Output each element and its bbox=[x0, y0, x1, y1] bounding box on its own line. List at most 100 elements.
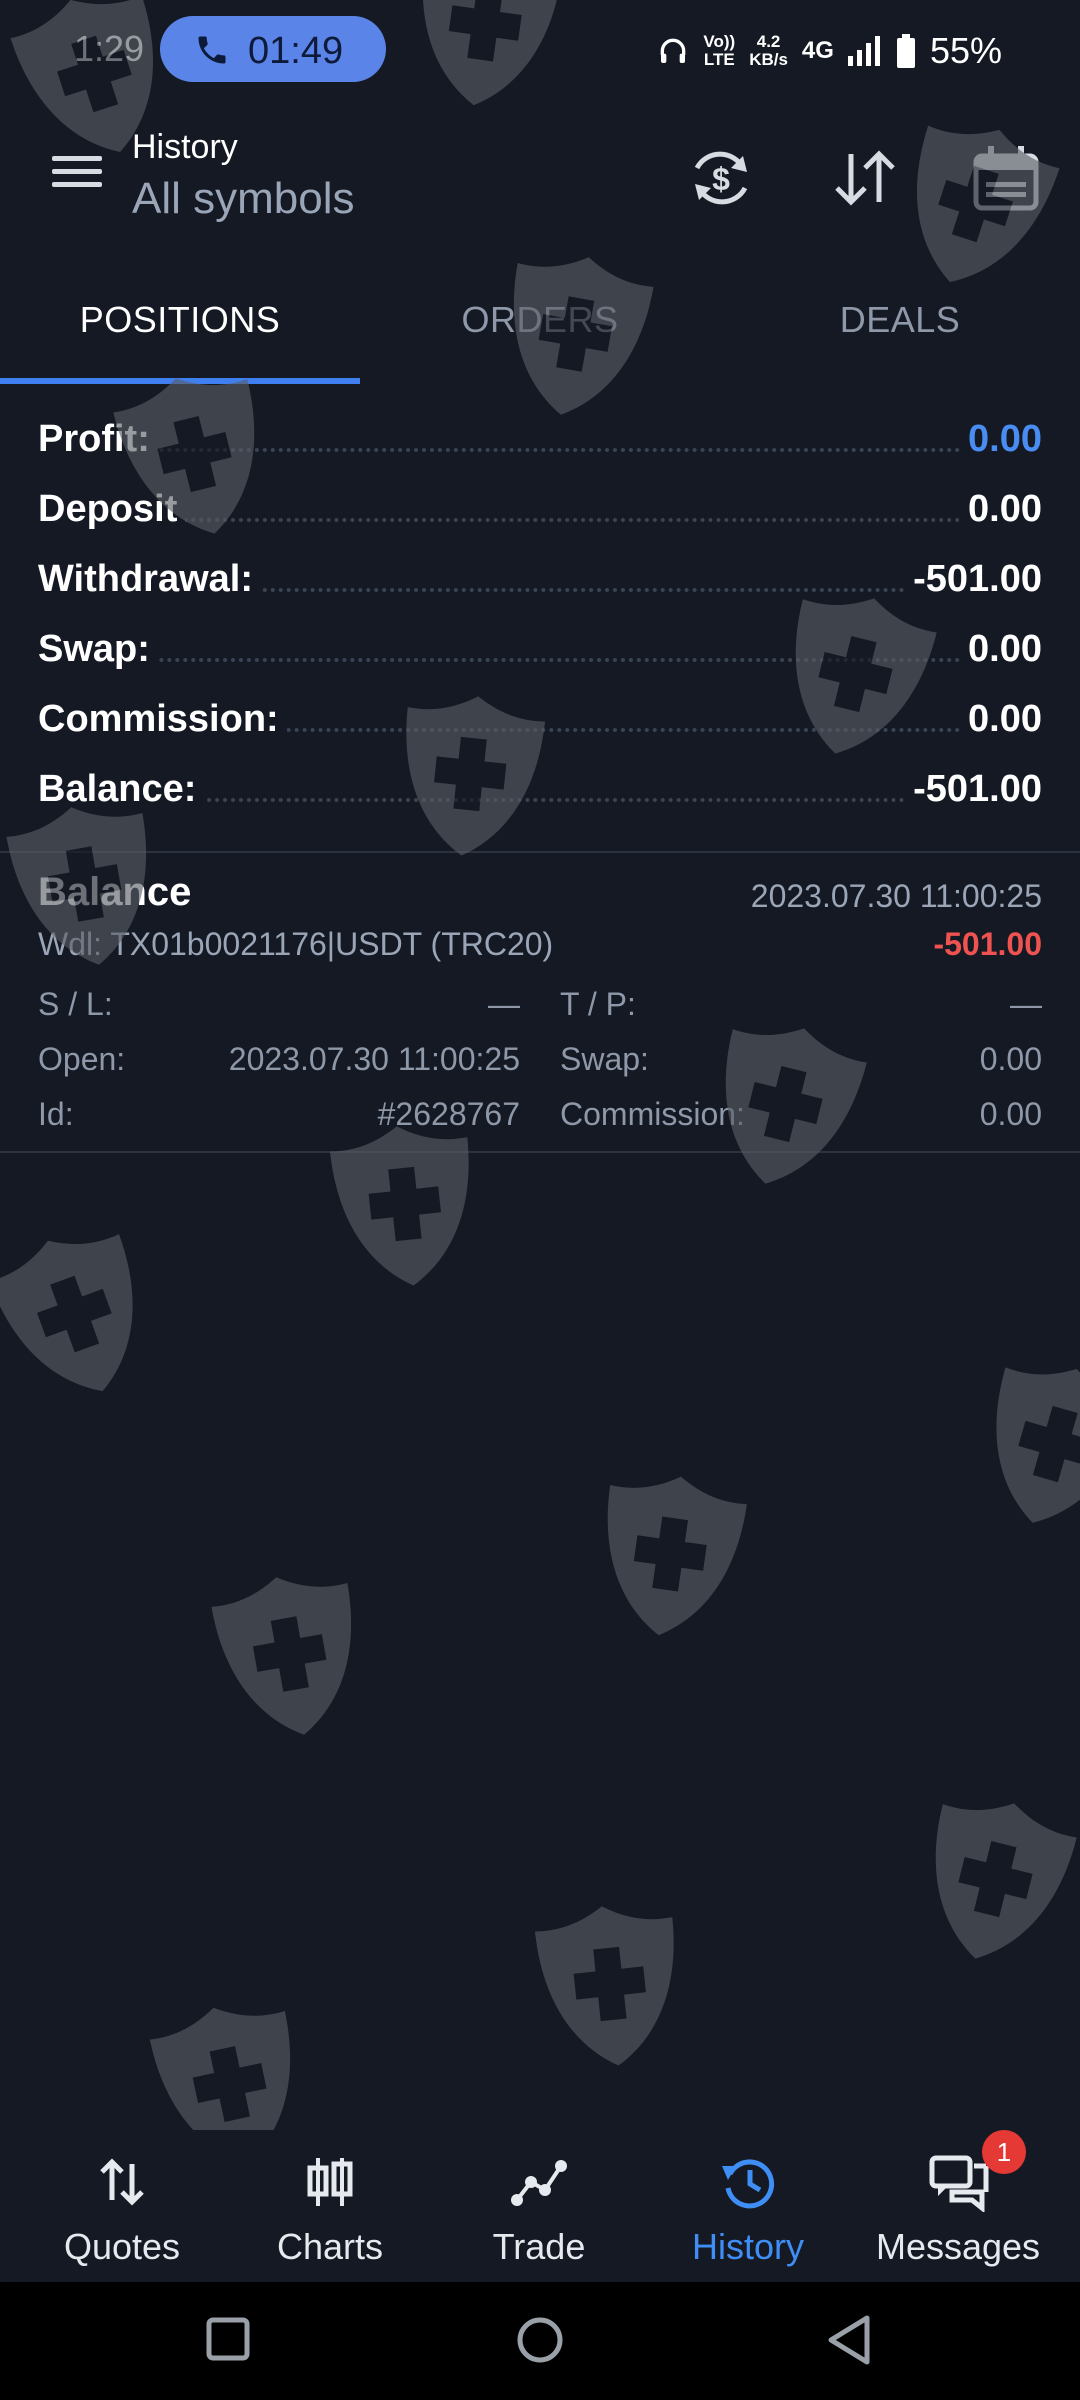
summary-value: 0.00 bbox=[960, 628, 1042, 671]
id-value: #2628767 bbox=[377, 1096, 520, 1132]
menu-bar bbox=[52, 182, 102, 187]
sort-icon bbox=[835, 150, 895, 206]
swap-label: Swap: bbox=[560, 1041, 649, 1077]
status-bar: 1:29 01:49 Vo)) LTE 4.2 KB/s 4G 55% bbox=[0, 0, 1080, 100]
leader-dots bbox=[40, 658, 1040, 662]
summary-label: Swap: bbox=[38, 628, 158, 671]
system-navigation-bar bbox=[0, 2282, 1080, 2400]
screen: 1:29 01:49 Vo)) LTE 4.2 KB/s 4G 55% Hist… bbox=[0, 0, 1080, 2400]
unread-badge: 1 bbox=[982, 2130, 1026, 2174]
summary-value: 0.00 bbox=[960, 418, 1042, 461]
tab-positions[interactable]: POSITIONS bbox=[0, 262, 360, 386]
deal-comment: Wdl: TX01b0021176|USDT (TRC20) bbox=[38, 926, 554, 962]
deal-amount: -501.00 bbox=[933, 926, 1042, 962]
nav-messages[interactable]: 1 Messages bbox=[850, 2130, 1066, 2282]
toolbar: History All symbols $ bbox=[0, 108, 1080, 248]
volte-indicator: Vo)) LTE bbox=[703, 33, 735, 69]
deal-time: 2023.07.30 11:00:25 bbox=[750, 878, 1042, 914]
recents-icon bbox=[206, 2317, 250, 2361]
summary-row-swap: Swap: 0.00 bbox=[0, 618, 1080, 688]
shield-watermark-icon bbox=[607, 1476, 747, 1636]
page-title: History bbox=[132, 128, 238, 166]
network-speed: 4.2 KB/s bbox=[749, 33, 788, 69]
shield-watermark-icon bbox=[211, 1577, 352, 1735]
summary-label: Deposit bbox=[38, 488, 186, 531]
menu-button[interactable] bbox=[40, 148, 112, 208]
menu-bar bbox=[52, 169, 102, 174]
summary-value: -501.00 bbox=[905, 768, 1042, 811]
divider bbox=[0, 1151, 1080, 1153]
ongoing-call-chip[interactable]: 01:49 bbox=[160, 16, 386, 82]
tab-bar: POSITIONS ORDERS DEALS bbox=[0, 262, 1080, 386]
currency-refresh-button[interactable]: $ bbox=[681, 138, 761, 218]
speed-unit: KB/s bbox=[749, 50, 788, 69]
commission-value: 0.00 bbox=[979, 1096, 1042, 1132]
divider bbox=[0, 851, 1080, 853]
shield-watermark-icon bbox=[935, 1803, 1077, 1959]
summary-label: Withdrawal: bbox=[38, 558, 261, 601]
leader-dots bbox=[40, 518, 1040, 522]
shield-watermark-icon bbox=[535, 1906, 674, 2066]
active-tab-indicator bbox=[0, 378, 360, 384]
commission-label: Commission: bbox=[560, 1096, 745, 1132]
summary-label: Balance: bbox=[38, 768, 205, 811]
home-icon bbox=[517, 2317, 563, 2363]
swap-value: 0.00 bbox=[979, 1041, 1042, 1077]
home-button[interactable] bbox=[495, 2304, 585, 2378]
signal-icon bbox=[847, 36, 880, 66]
nav-history[interactable]: History bbox=[640, 2130, 856, 2282]
nav-charts[interactable]: Charts bbox=[222, 2130, 438, 2282]
summary-row-withdrawal: Withdrawal: -501.00 bbox=[0, 548, 1080, 618]
tab-deals[interactable]: DEALS bbox=[720, 262, 1080, 386]
nav-label: Charts bbox=[276, 2226, 384, 2267]
nav-label: Quotes bbox=[63, 2226, 181, 2267]
tp-label: T / P: bbox=[560, 986, 636, 1022]
sl-label: S / L: bbox=[38, 986, 113, 1022]
tp-value: — bbox=[1010, 986, 1042, 1022]
recents-button[interactable] bbox=[183, 2304, 273, 2378]
status-time: 1:29 bbox=[74, 28, 145, 69]
deal-type: Balance bbox=[38, 870, 192, 914]
status-indicators: Vo)) LTE 4.2 KB/s 4G 55% bbox=[657, 26, 1002, 76]
nav-label: Messages bbox=[875, 2226, 1041, 2267]
shield-watermark-icon bbox=[0, 1234, 133, 1392]
sl-value: — bbox=[488, 986, 520, 1022]
calendar-icon bbox=[973, 146, 1039, 211]
nav-label: History bbox=[691, 2226, 804, 2267]
nav-label: Trade bbox=[492, 2226, 586, 2267]
call-timer: 01:49 bbox=[248, 30, 344, 72]
tab-orders[interactable]: ORDERS bbox=[360, 262, 720, 386]
speed-value: 4.2 bbox=[756, 32, 781, 51]
sort-button[interactable] bbox=[825, 138, 905, 218]
nav-trade[interactable]: Trade bbox=[431, 2130, 647, 2282]
symbol-filter[interactable]: All symbols bbox=[132, 174, 355, 224]
charts-icon bbox=[307, 2158, 353, 2206]
menu-bar bbox=[52, 156, 102, 161]
deal-item[interactable]: Balance 2023.07.30 11:00:25 Wdl: TX01b00… bbox=[0, 856, 1080, 1152]
history-icon bbox=[722, 2159, 775, 2209]
bottom-navigation: Quotes Charts Trade History 1 Messages bbox=[0, 2130, 1080, 2282]
battery-percent: 55% bbox=[929, 30, 1002, 71]
volte-top: Vo)) bbox=[703, 32, 736, 51]
summary-label: Commission: bbox=[38, 698, 287, 741]
headphones-icon bbox=[661, 38, 686, 63]
trade-icon bbox=[511, 2160, 567, 2206]
quotes-icon bbox=[100, 2158, 144, 2206]
summary-row-deposit: Deposit 0.00 bbox=[0, 478, 1080, 548]
open-label: Open: bbox=[38, 1041, 126, 1077]
summary-value: -501.00 bbox=[905, 558, 1042, 601]
currency-refresh-icon: $ bbox=[694, 151, 748, 205]
summary-label: Profit: bbox=[38, 418, 158, 461]
nav-quotes[interactable]: Quotes bbox=[14, 2130, 230, 2282]
summary-row-commission: Commission: 0.00 bbox=[0, 688, 1080, 758]
id-label: Id: bbox=[38, 1096, 74, 1132]
svg-text:$: $ bbox=[712, 161, 730, 197]
summary-row-balance: Balance: -501.00 bbox=[0, 758, 1080, 828]
back-button[interactable] bbox=[805, 2304, 895, 2378]
calendar-button[interactable] bbox=[966, 138, 1046, 218]
volte-bottom: LTE bbox=[703, 50, 735, 69]
shield-watermark-icon bbox=[996, 1367, 1080, 1523]
history-summary: Profit: 0.00 Deposit 0.00 Withdrawal: -5… bbox=[0, 408, 1080, 828]
network-type: 4G bbox=[801, 37, 834, 64]
leader-dots bbox=[40, 448, 1040, 452]
